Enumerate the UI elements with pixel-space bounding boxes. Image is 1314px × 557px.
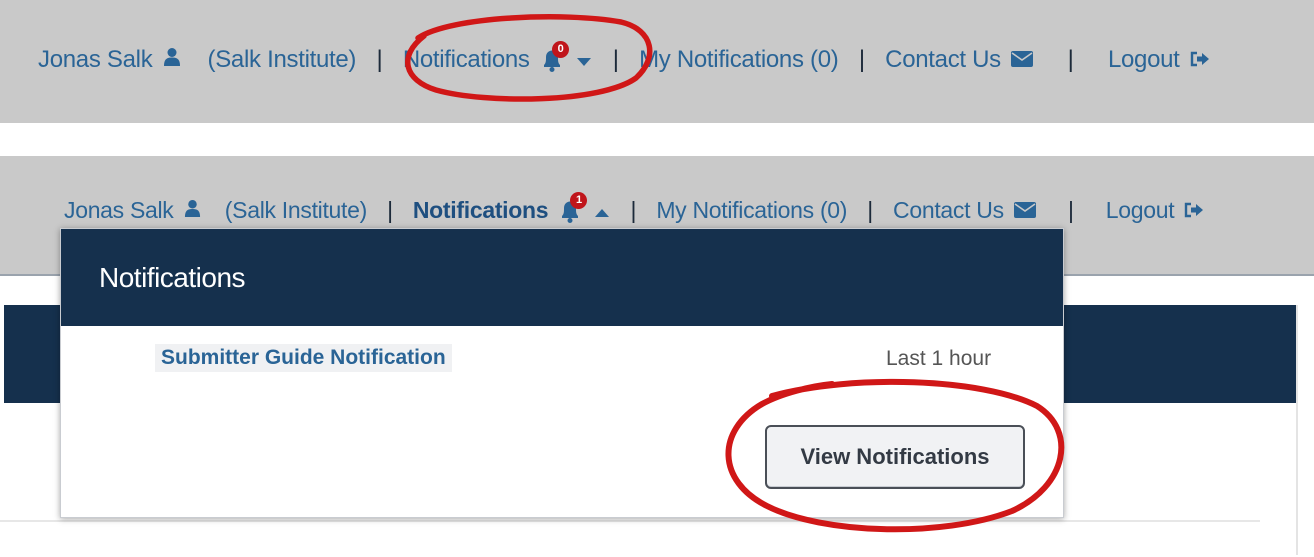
user-name-link[interactable]: Jonas Salk [64,197,174,224]
logout-link[interactable]: Logout [1106,197,1175,224]
my-notifications-link[interactable]: My Notifications (0) [639,46,839,74]
notification-item-title[interactable]: Submitter Guide Notification [155,344,452,372]
nav-separator: | [630,197,637,224]
contact-us-link[interactable]: Contact Us [893,197,1004,224]
logout-icon[interactable] [1190,46,1210,74]
notifications-toggle[interactable]: Notifications [413,197,549,224]
logout-icon[interactable] [1184,197,1204,224]
dropdown-header: Notifications [61,229,1063,326]
institution-link[interactable]: (Salk Institute) [208,46,357,74]
annotation-ellipse-view-button [725,378,1065,533]
user-name-link[interactable]: Jonas Salk [38,46,153,74]
nav-separator: | [867,197,873,224]
caret-up-icon[interactable] [594,197,610,224]
contact-us-link[interactable]: Contact Us [885,46,1001,74]
envelope-icon[interactable] [1013,197,1036,224]
envelope-icon[interactable] [1011,46,1034,74]
page-panel-edge [1296,305,1298,555]
notification-badge: 1 [570,191,588,209]
nav-separator: | [387,197,393,224]
user-icon [184,197,201,224]
nav-separator: | [1067,197,1074,224]
annotation-ellipse-notifications [405,14,653,102]
bell-icon[interactable]: 1 [558,191,588,224]
nav-separator: | [1067,45,1074,73]
user-icon [163,46,181,74]
nav-separator: | [376,45,383,73]
nav-separator: | [858,45,865,73]
my-notifications-link[interactable]: My Notifications (0) [656,197,847,224]
institution-link[interactable]: (Salk Institute) [225,197,368,224]
dropdown-title: Notifications [99,262,246,293]
logout-link[interactable]: Logout [1108,46,1180,74]
notification-item-time: Last 1 hour [886,347,992,370]
top-nav-expanded: Jonas Salk (Salk Institute) | Notificati… [64,191,1204,224]
